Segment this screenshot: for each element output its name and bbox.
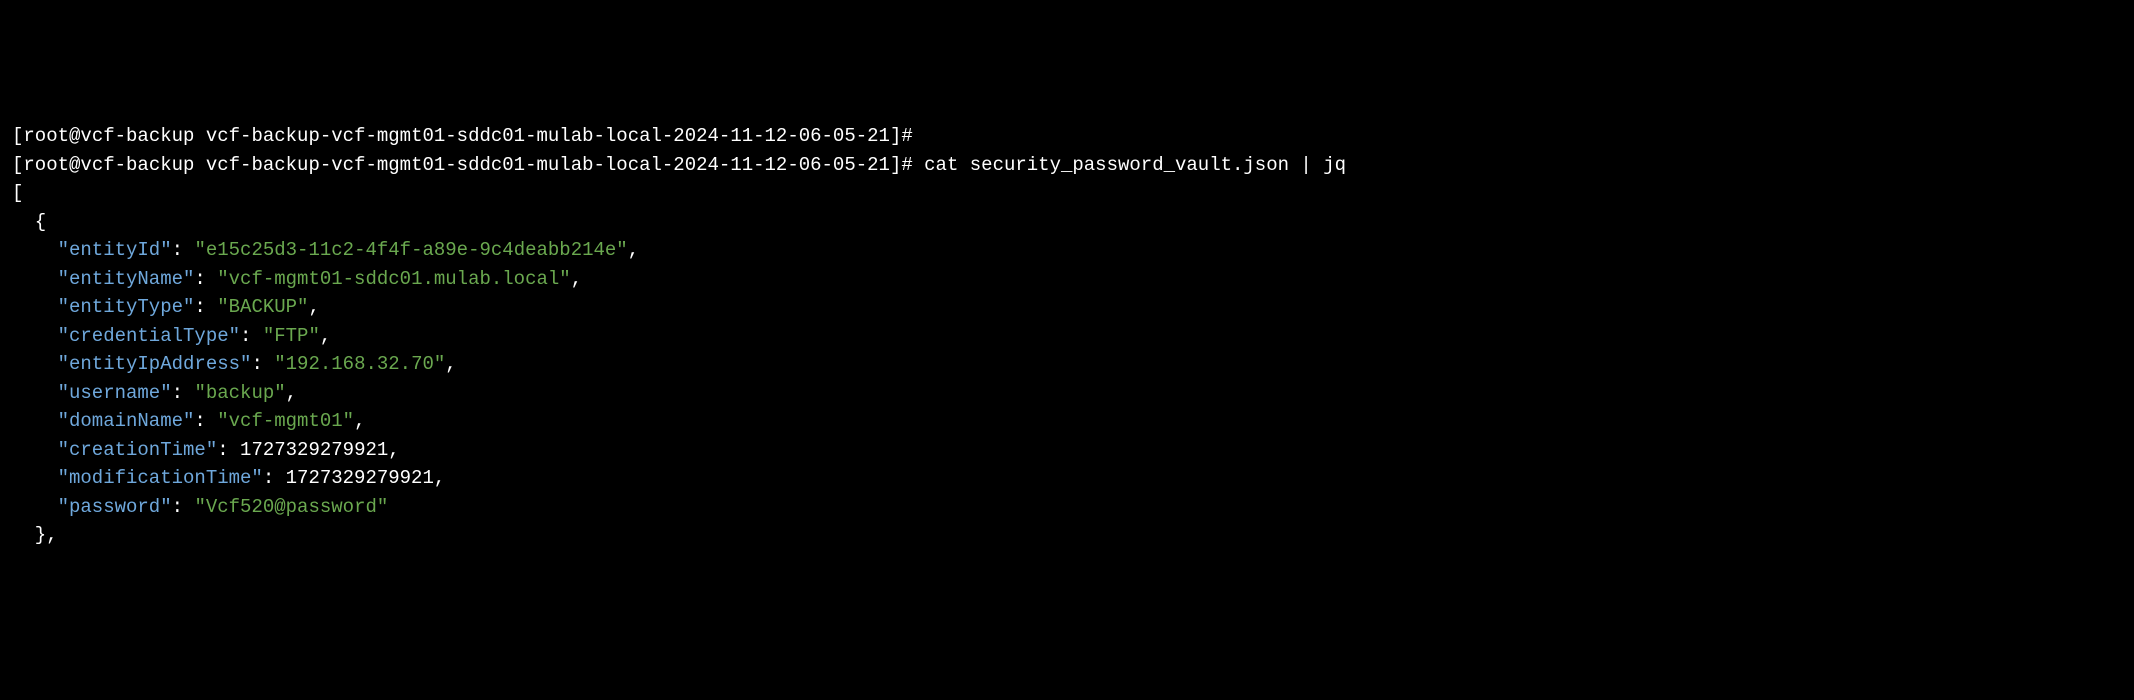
shell-prompt: [root@vcf-backup vcf-backup-vcf-mgmt01-s… [12, 154, 913, 176]
json-key: "credentialType" [58, 325, 240, 347]
json-close-brace: }, [12, 521, 2122, 550]
json-comma: , [320, 325, 331, 347]
json-entry: "modificationTime": 1727329279921, [12, 464, 2122, 493]
json-value: "backup" [194, 382, 285, 404]
json-value: "Vcf520@password" [194, 496, 388, 518]
json-entry: "credentialType": "FTP", [12, 322, 2122, 351]
json-key: "entityIpAddress" [58, 353, 252, 375]
json-separator: : [194, 410, 217, 432]
json-key: "password" [58, 496, 172, 518]
json-separator: : [194, 268, 217, 290]
json-value: "192.168.32.70" [274, 353, 445, 375]
shell-prompt: [root@vcf-backup vcf-backup-vcf-mgmt01-s… [12, 125, 913, 147]
json-entries: "entityId": "e15c25d3-11c2-4f4f-a89e-9c4… [12, 236, 2122, 521]
json-separator: : [240, 325, 263, 347]
json-entry: "domainName": "vcf-mgmt01", [12, 407, 2122, 436]
json-entry: "entityName": "vcf-mgmt01-sddc01.mulab.l… [12, 265, 2122, 294]
json-separator: : [251, 353, 274, 375]
command-text: cat security_password_vault.json | jq [924, 154, 1346, 176]
json-comma: , [434, 467, 445, 489]
json-key: "modificationTime" [58, 467, 263, 489]
json-entry: "username": "backup", [12, 379, 2122, 408]
json-value: "e15c25d3-11c2-4f4f-a89e-9c4deabb214e" [194, 239, 627, 261]
json-comma: , [628, 239, 639, 261]
json-value: 1727329279921 [286, 467, 434, 489]
json-key: "entityName" [58, 268, 195, 290]
json-value: 1727329279921 [240, 439, 388, 461]
json-key: "entityId" [58, 239, 172, 261]
json-open-brace: { [12, 208, 2122, 237]
json-key: "username" [58, 382, 172, 404]
json-value: "BACKUP" [217, 296, 308, 318]
json-value: "vcf-mgmt01-sddc01.mulab.local" [217, 268, 570, 290]
json-key: "domainName" [58, 410, 195, 432]
json-comma: , [354, 410, 365, 432]
json-separator: : [194, 296, 217, 318]
json-separator: : [172, 496, 195, 518]
json-key: "entityType" [58, 296, 195, 318]
json-value: "vcf-mgmt01" [217, 410, 354, 432]
json-entry: "entityId": "e15c25d3-11c2-4f4f-a89e-9c4… [12, 236, 2122, 265]
prompt-line-1[interactable]: [root@vcf-backup vcf-backup-vcf-mgmt01-s… [12, 122, 2122, 151]
prompt-line-2[interactable]: [root@vcf-backup vcf-backup-vcf-mgmt01-s… [12, 151, 2122, 180]
json-key: "creationTime" [58, 439, 218, 461]
json-entry: "entityType": "BACKUP", [12, 293, 2122, 322]
json-entry: "entityIpAddress": "192.168.32.70", [12, 350, 2122, 379]
json-comma: , [388, 439, 399, 461]
json-comma: , [445, 353, 456, 375]
json-separator: : [172, 382, 195, 404]
json-entry: "password": "Vcf520@password" [12, 493, 2122, 522]
json-comma: , [308, 296, 319, 318]
json-comma: , [286, 382, 297, 404]
json-entry: "creationTime": 1727329279921, [12, 436, 2122, 465]
json-open-bracket: [ [12, 179, 2122, 208]
json-separator: : [172, 239, 195, 261]
json-separator: : [217, 439, 240, 461]
json-separator: : [263, 467, 286, 489]
json-comma: , [571, 268, 582, 290]
terminal-output: [root@vcf-backup vcf-backup-vcf-mgmt01-s… [12, 122, 2122, 550]
json-value: "FTP" [263, 325, 320, 347]
